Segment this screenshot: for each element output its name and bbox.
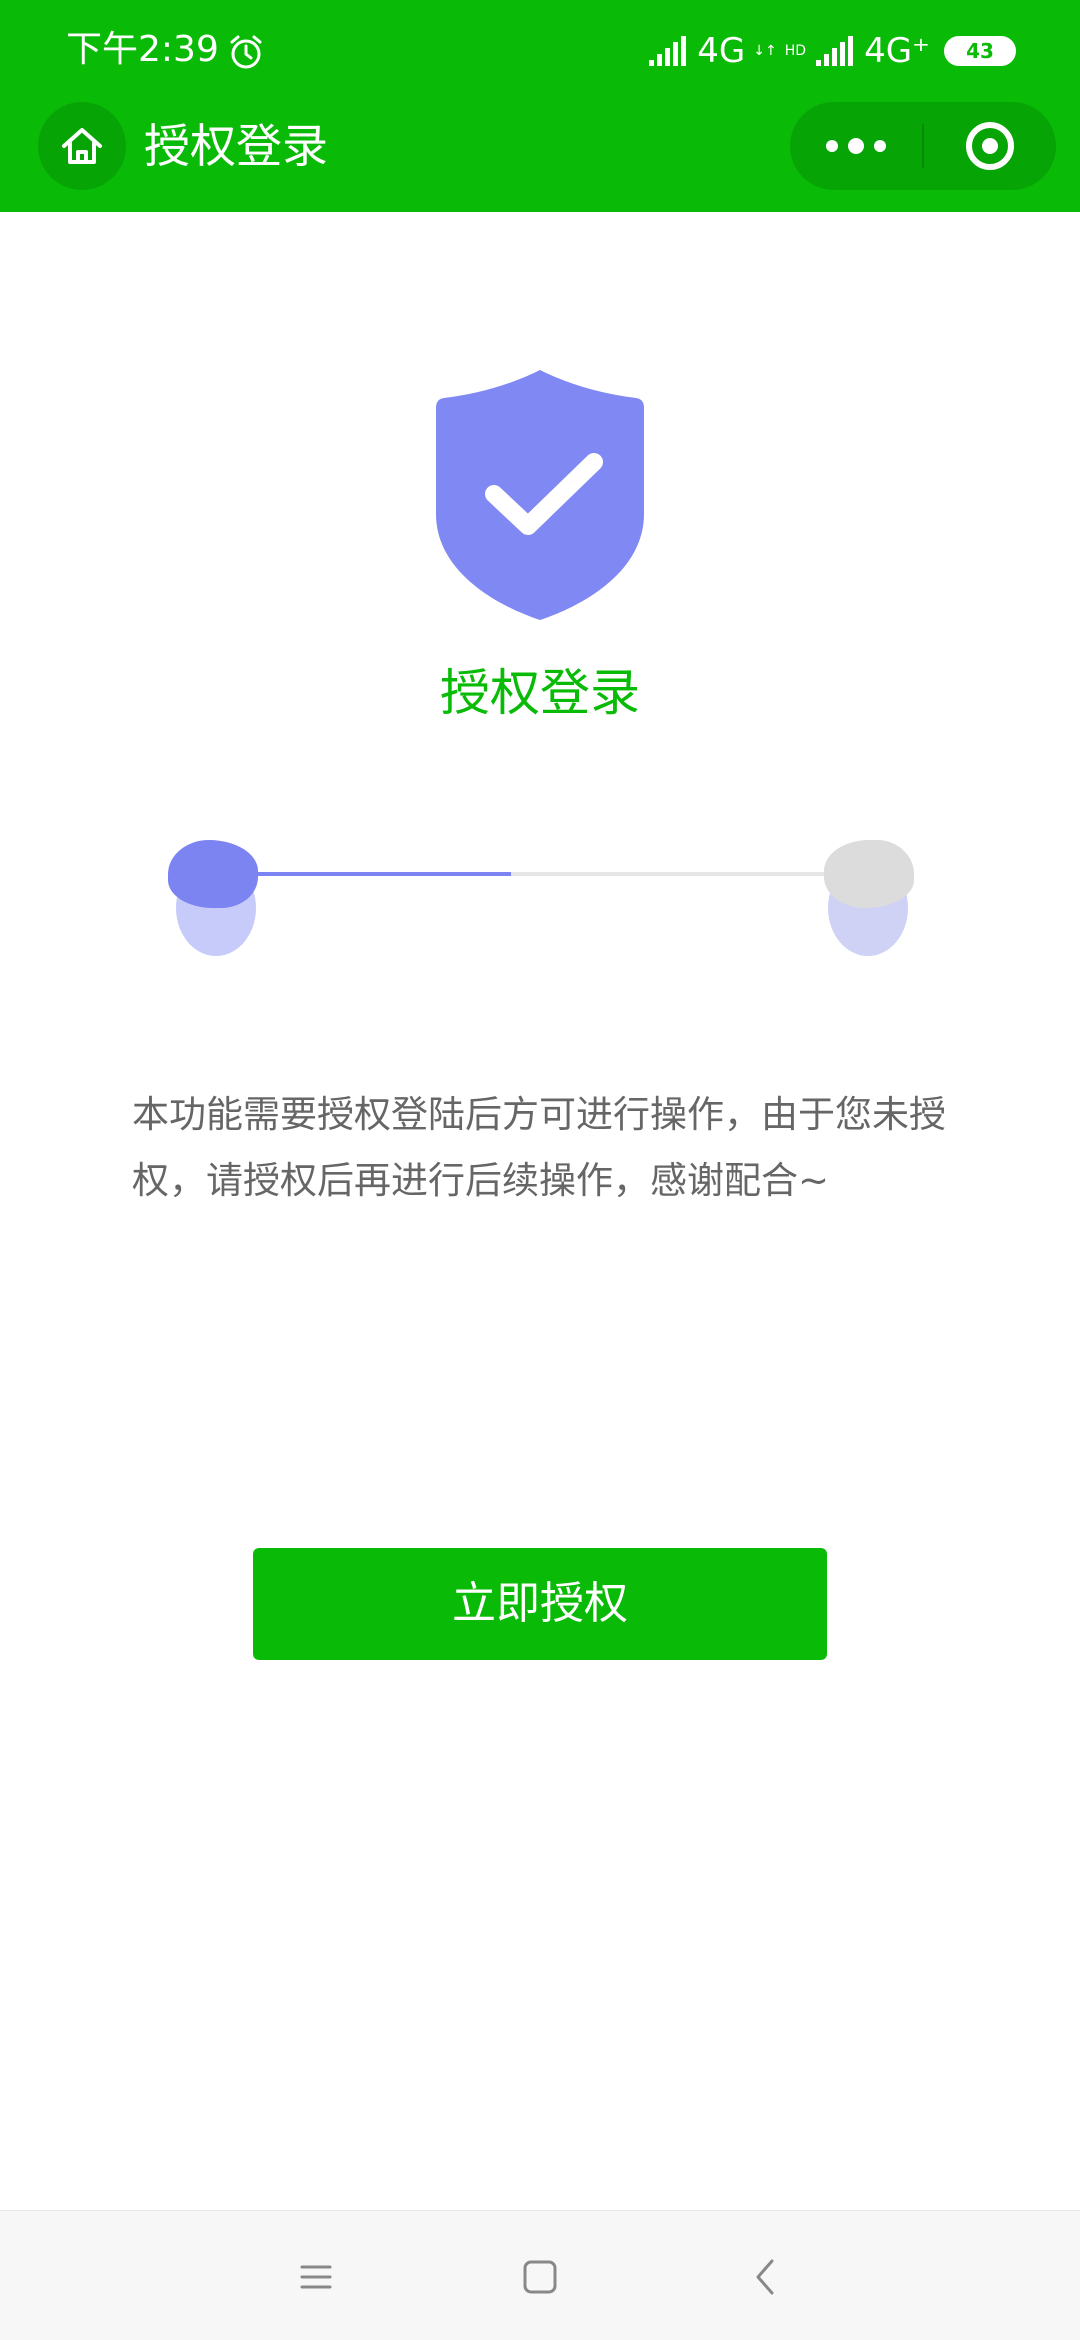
home-square-icon[interactable] (510, 2247, 570, 2307)
back-icon[interactable] (736, 2247, 796, 2307)
system-nav-bar (0, 2210, 1080, 2340)
more-dots-icon (826, 140, 838, 152)
mini-program-capsule (790, 102, 1056, 190)
battery-icon: 43 (944, 36, 1016, 66)
main-title: 授权登录 (440, 664, 640, 722)
network-type-2: 4G⁺ (864, 31, 930, 71)
progress-start-node (168, 840, 258, 908)
close-button[interactable] (924, 102, 1056, 190)
progress-end-node (824, 840, 914, 908)
status-indicators: 4G ↓↑ HD 4G⁺ 43 (647, 24, 1016, 78)
data-activity-indicator: ↓↑ (753, 43, 777, 59)
hd-label: HD (784, 43, 807, 59)
app-header: 下午2:39 4G ↓↑ HD 4G⁺ 43 授权登录 (0, 0, 1080, 212)
auth-description: 本功能需要授权登陆后方可进行操作，由于您未授权，请授权后再进行后续操作，感谢配合… (132, 1093, 946, 1202)
progress-fill (250, 872, 511, 876)
menu-icon[interactable] (286, 2247, 346, 2307)
shield-check-icon (436, 370, 644, 620)
home-button[interactable] (38, 102, 126, 190)
home-icon (62, 128, 102, 164)
auth-progress (0, 830, 1080, 956)
alarm-icon (230, 35, 262, 69)
signal-icon-2 (816, 36, 854, 66)
authorize-button[interactable]: 立即授权 (253, 1548, 827, 1660)
signal-icon (649, 36, 687, 66)
status-time: 下午2:39 (66, 29, 219, 70)
battery-level: 43 (966, 39, 994, 63)
status-bar: 下午2:39 4G ↓↑ HD 4G⁺ 43 (0, 0, 1080, 100)
network-type-1: 4G (697, 31, 746, 71)
page-title: 授权登录 (144, 119, 328, 173)
more-button[interactable] (790, 102, 922, 190)
target-icon (966, 122, 1014, 170)
